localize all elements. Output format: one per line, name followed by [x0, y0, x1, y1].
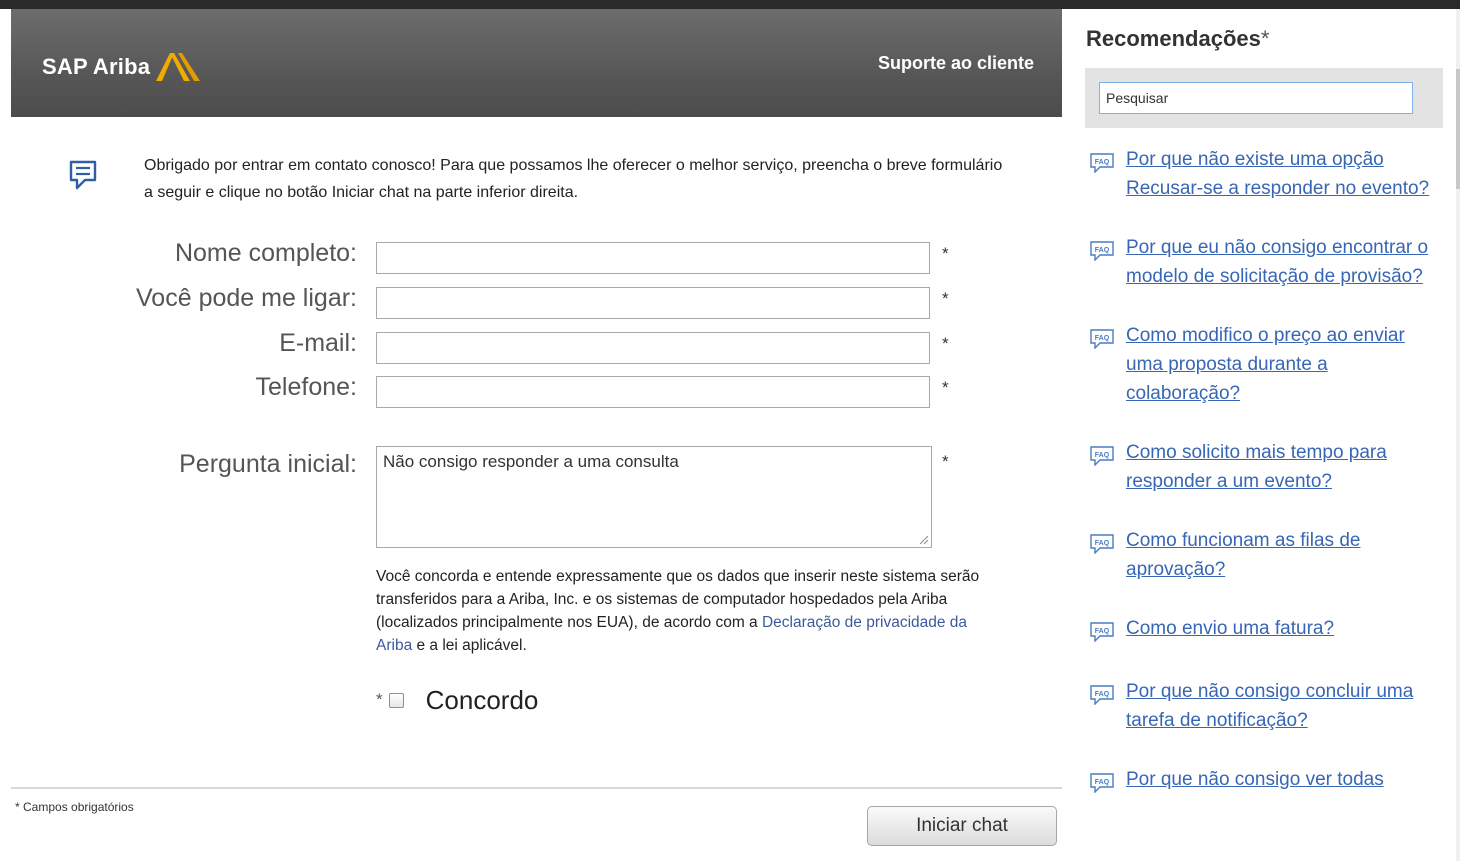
callback-label: Você pode me ligar:	[136, 284, 357, 312]
initial-question-textarea[interactable]: Não consigo responder a uma consulta	[376, 446, 932, 548]
window-top-border	[0, 0, 1460, 9]
faq-item: FAQ Como modifico o preço ao enviar uma …	[1090, 321, 1430, 408]
svg-text:FAQ: FAQ	[1095, 628, 1110, 635]
agree-checkbox[interactable]	[388, 692, 404, 708]
faq-item: FAQ Por que não existe uma opção Recusar…	[1090, 145, 1430, 203]
phone-label: Telefone:	[255, 373, 357, 401]
faq-item: FAQ Por que não consigo ver todas	[1090, 765, 1430, 798]
faq-icon: FAQ	[1090, 329, 1114, 408]
faq-link[interactable]: Por que não existe uma opção Recusar-se …	[1126, 145, 1430, 203]
recommendations-title-text: Recomendações	[1086, 26, 1261, 51]
phone-input[interactable]	[376, 376, 930, 408]
svg-text:FAQ: FAQ	[1095, 691, 1110, 698]
faq-link[interactable]: Como modifico o preço ao enviar uma prop…	[1126, 321, 1430, 408]
faq-link[interactable]: Como solicito mais tempo para responder …	[1126, 438, 1430, 496]
svg-text:FAQ: FAQ	[1095, 159, 1110, 166]
consent-text: Você concorda e entende expressamente qu…	[376, 565, 996, 657]
sap-ariba-logo: SAP Ariba	[42, 49, 206, 85]
faq-item: FAQ Como funcionam as filas de aprovação…	[1090, 526, 1430, 584]
faq-item: FAQ Como envio uma fatura?	[1090, 614, 1430, 647]
full-name-required-mark: *	[942, 244, 949, 263]
recommendations-title-mark: *	[1260, 26, 1270, 51]
faq-link[interactable]: Como funcionam as filas de aprovação?	[1126, 526, 1430, 584]
faq-icon: FAQ	[1090, 534, 1114, 584]
agree-required-mark: *	[376, 690, 383, 709]
faq-link[interactable]: Por que não consigo concluir uma tarefa …	[1126, 677, 1430, 735]
email-required-mark: *	[942, 334, 949, 353]
faq-icon: FAQ	[1090, 773, 1114, 798]
faq-item: FAQ Por que não consigo concluir uma tar…	[1090, 677, 1430, 735]
faq-link[interactable]: Como envio uma fatura?	[1126, 614, 1334, 647]
chat-bubble-icon	[69, 160, 97, 190]
callback-required-mark: *	[942, 289, 949, 308]
initial-question-value: Não consigo responder a uma consulta	[383, 452, 679, 471]
scrollbar-thumb[interactable]	[1456, 69, 1460, 189]
email-field[interactable]	[376, 332, 930, 364]
logo-text: SAP Ariba	[42, 54, 151, 79]
faq-item: FAQ Como solicito mais tempo para respon…	[1090, 438, 1430, 496]
full-name-input[interactable]	[376, 242, 930, 274]
consent-text-after: e a lei aplicável.	[412, 637, 527, 654]
faq-icon: FAQ	[1090, 622, 1114, 647]
resize-grip-icon[interactable]	[919, 535, 929, 545]
search-input[interactable]	[1099, 82, 1413, 114]
phone-required-mark: *	[942, 378, 949, 397]
svg-text:FAQ: FAQ	[1095, 247, 1110, 254]
svg-text:FAQ: FAQ	[1095, 779, 1110, 786]
header-bar: SAP Ariba Suporte ao cliente	[11, 9, 1062, 117]
svg-text:FAQ: FAQ	[1095, 540, 1110, 547]
agree-label[interactable]: Concordo	[426, 685, 539, 716]
faq-icon: FAQ	[1090, 153, 1114, 203]
recommendations-panel: Recomendações* FAQ Por que não existe um…	[1076, 9, 1460, 861]
search-band	[1085, 68, 1443, 128]
faq-icon: FAQ	[1090, 685, 1114, 735]
required-fields-note: * Campos obrigatórios	[15, 800, 134, 814]
start-chat-button[interactable]: Iniciar chat	[867, 806, 1057, 846]
support-title: Suporte ao cliente	[877, 53, 1034, 73]
callback-input[interactable]	[376, 287, 930, 319]
faq-icon: FAQ	[1090, 446, 1114, 496]
ariba-logo-mark-icon	[156, 53, 201, 81]
full-name-label: Nome completo:	[174, 239, 357, 267]
recommendations-title: Recomendações*	[1086, 26, 1269, 52]
footer-divider	[11, 787, 1062, 789]
svg-text:FAQ: FAQ	[1095, 452, 1110, 459]
initial-question-label: Pergunta inicial:	[179, 450, 357, 478]
agree-row: * Concordo	[376, 685, 538, 715]
faq-link[interactable]: Por que eu não consigo encontrar o model…	[1126, 233, 1430, 291]
faq-item: FAQ Por que eu não consigo encontrar o m…	[1090, 233, 1430, 291]
email-label: E-mail:	[279, 329, 357, 357]
faq-icon: FAQ	[1090, 241, 1114, 291]
intro-text: Obrigado por entrar em contato conosco! …	[144, 157, 1003, 201]
faq-list: FAQ Por que não existe uma opção Recusar…	[1090, 145, 1430, 828]
chat-form-panel: SAP Ariba Suporte ao cliente Obrigado po…	[11, 9, 1062, 861]
initial-question-required-mark: *	[942, 452, 949, 471]
faq-link[interactable]: Por que não consigo ver todas	[1126, 765, 1384, 798]
svg-text:FAQ: FAQ	[1095, 335, 1110, 342]
